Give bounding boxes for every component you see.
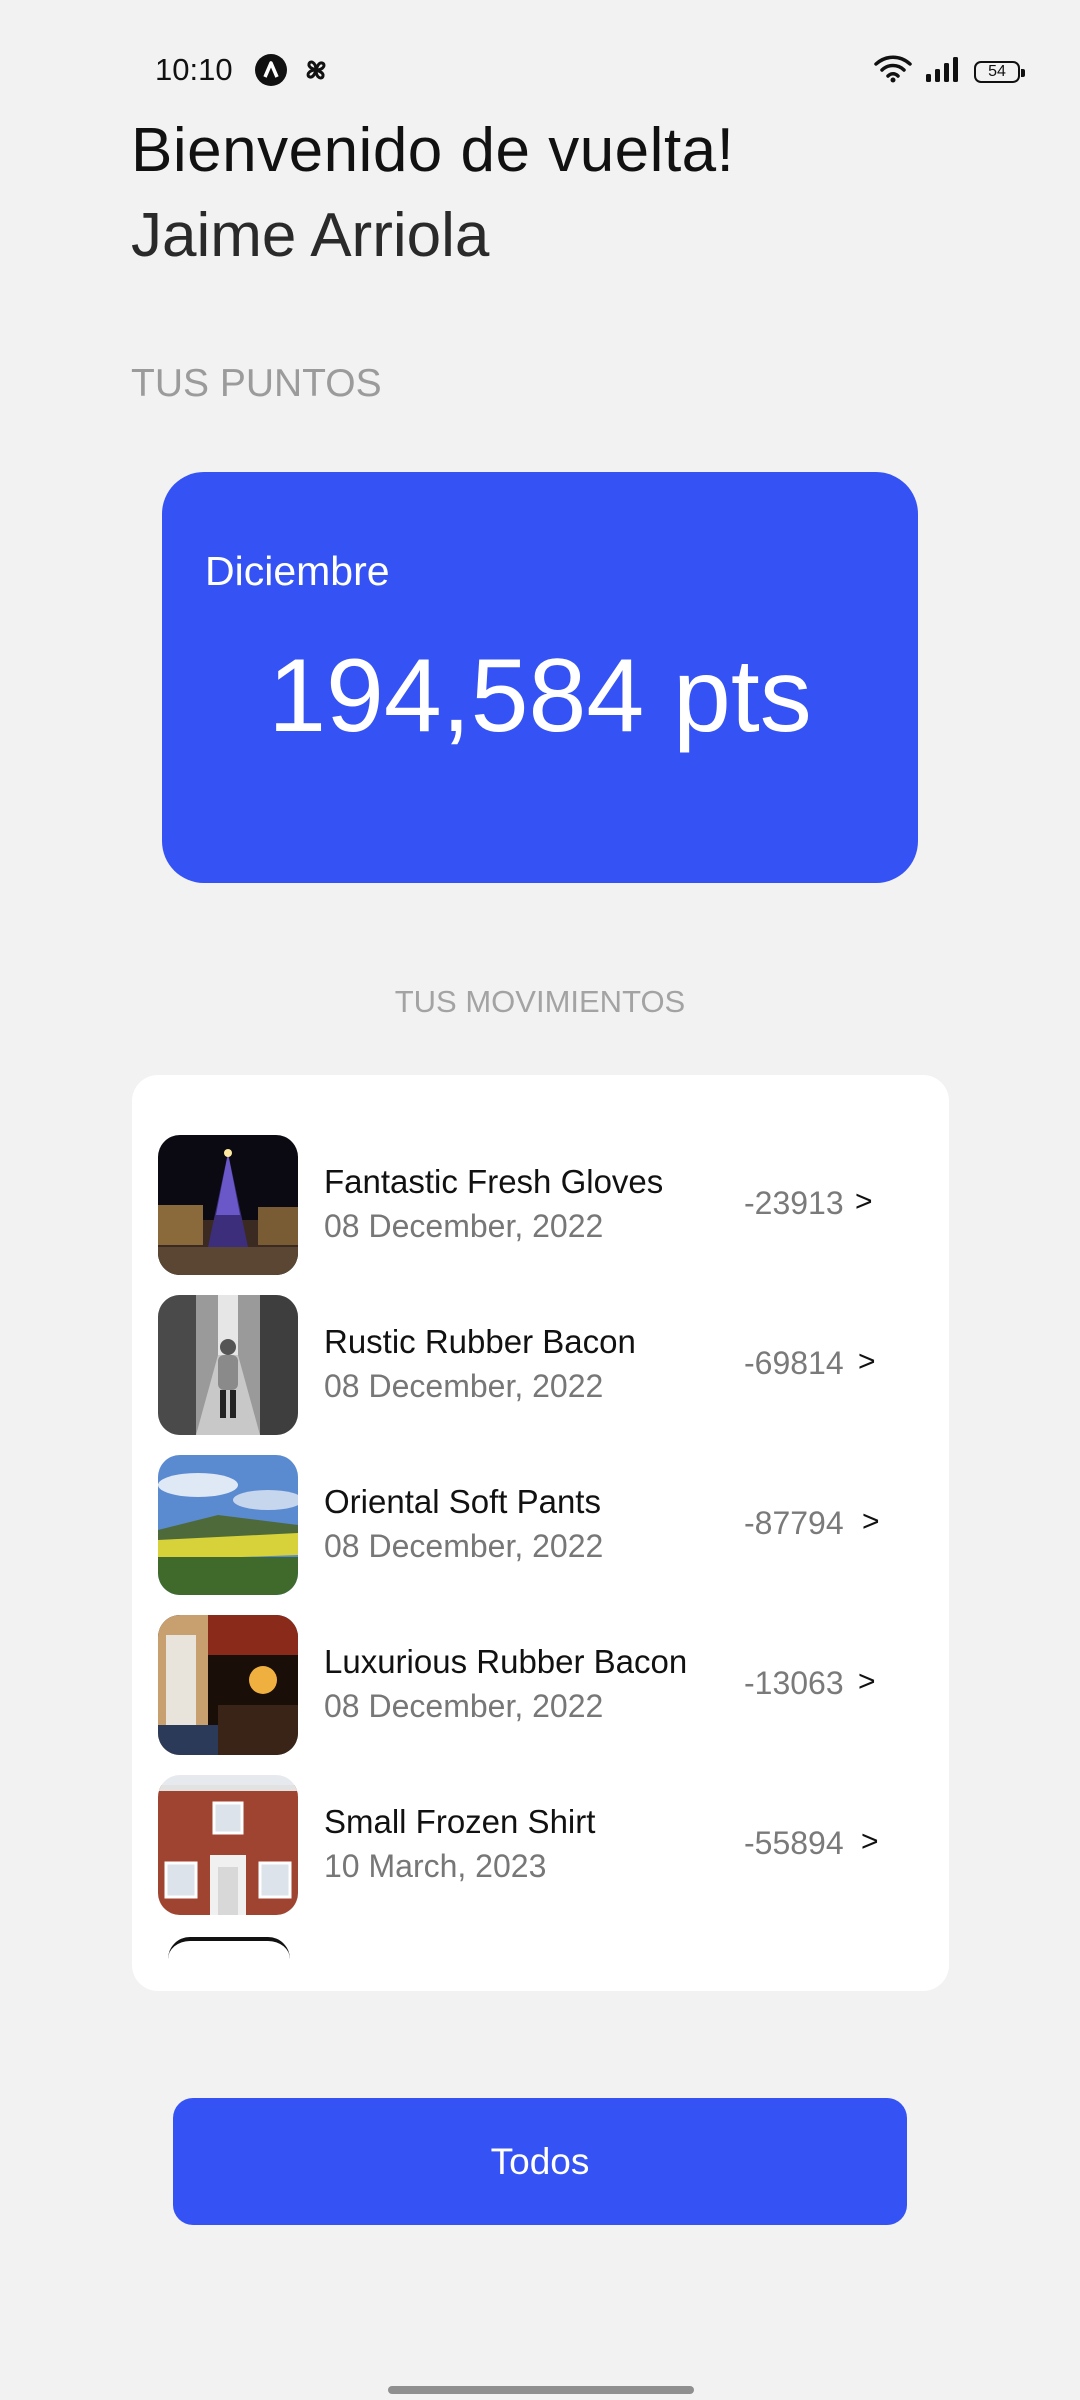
movement-row[interactable]: Small Frozen Shirt 10 March, 2023 -55894… (158, 1775, 918, 1915)
movement-title: Luxurious Rubber Bacon (324, 1643, 688, 1680)
wifi-icon (874, 55, 912, 88)
movement-title: Oriental Soft Pants (324, 1483, 601, 1520)
status-time: 10:10 (155, 52, 233, 87)
movement-title: Fantastic Fresh Gloves (324, 1163, 664, 1200)
movement-row[interactable]: Luxurious Rubber Bacon 08 December, 2022… (158, 1615, 918, 1755)
movement-date: 10 March, 2023 (324, 1848, 547, 1884)
points-card: Diciembre 194,584 pts (162, 472, 918, 883)
movement-date: 08 December, 2022 (324, 1368, 604, 1404)
movement-row[interactable]: Oriental Soft Pants 08 December, 2022 -8… (158, 1455, 918, 1595)
night-street-restaurant-photo (158, 1615, 298, 1755)
signal-icon (924, 55, 962, 88)
battery-icon: 54 (974, 60, 1025, 83)
chevron-right-icon[interactable]: > (858, 1345, 876, 1379)
movement-amount: -69814 (744, 1345, 844, 1381)
points-month: Diciembre (205, 548, 390, 594)
movement-row[interactable]: Rustic Rubber Bacon 08 December, 2022 -6… (158, 1295, 918, 1435)
movement-title: Small Frozen Shirt (324, 1803, 596, 1840)
chevron-right-icon[interactable]: > (858, 1665, 876, 1699)
movement-date: 08 December, 2022 (324, 1208, 604, 1244)
status-right-group: 54 (874, 55, 1025, 88)
pinwheel-icon (300, 54, 332, 86)
christmas-tree-plaza-photo (158, 1135, 298, 1275)
movement-amount: -55894 (744, 1825, 844, 1861)
chevron-right-icon[interactable]: > (855, 1185, 873, 1219)
movement-row[interactable]: Fantastic Fresh Gloves 08 December, 2022… (158, 1135, 918, 1275)
movements-section-label: TUS MOVIMIENTOS (394, 984, 686, 1019)
brick-house-photo (158, 1775, 298, 1915)
movement-date: 08 December, 2022 (324, 1528, 604, 1564)
user-name: Jaime Arriola (131, 201, 490, 270)
chevron-right-icon[interactable]: > (861, 1825, 879, 1859)
countryside-field-photo (158, 1455, 298, 1595)
movements-list[interactable]: Fantastic Fresh Gloves 08 December, 2022… (132, 1075, 949, 1991)
points-section-label: TUS PUNTOS (131, 362, 382, 405)
greeting-title: Bienvenido de vuelta! (131, 116, 735, 185)
view-all-button[interactable]: Todos (173, 2098, 907, 2225)
next-thumbnail-peek (168, 1937, 290, 1961)
home-indicator[interactable] (388, 2386, 694, 2394)
movement-amount: -13063 (744, 1665, 844, 1701)
points-value: 194,584 pts (268, 638, 812, 754)
alley-person-photo (158, 1295, 298, 1435)
battery-level: 54 (988, 62, 1006, 80)
chevron-right-icon[interactable]: > (862, 1505, 880, 1539)
app-a-icon (255, 54, 287, 86)
movement-amount: -87794 (744, 1505, 844, 1541)
movement-amount: -23913 (744, 1185, 844, 1221)
movement-title: Rustic Rubber Bacon (324, 1323, 636, 1360)
movement-date: 08 December, 2022 (324, 1688, 604, 1724)
